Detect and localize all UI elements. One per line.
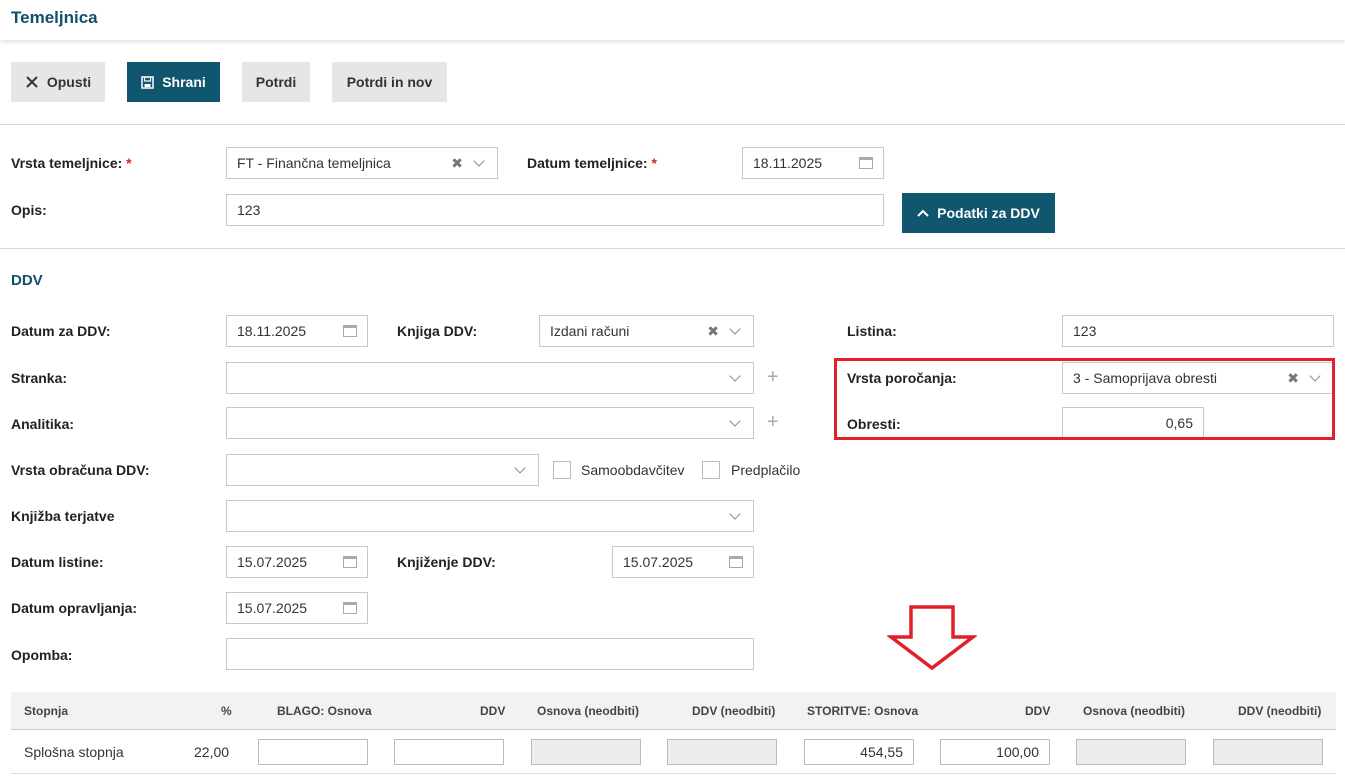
close-icon bbox=[26, 76, 38, 88]
save-button[interactable]: Shrani bbox=[127, 62, 220, 102]
column-header: Stopnja bbox=[24, 704, 68, 718]
datum-temeljnice-value: 18.11.2025 bbox=[753, 155, 823, 171]
storitve-osnova-neodbiti-input bbox=[1076, 739, 1186, 765]
add-stranka-icon[interactable]: + bbox=[767, 366, 779, 389]
blago-osnova-neodbiti-input bbox=[531, 739, 641, 765]
vrsta-temeljnice-select[interactable]: FT - Finančna temeljnica ✖ bbox=[226, 147, 498, 179]
datum-opravljanja-label: Datum opravljanja: bbox=[11, 600, 138, 616]
confirm-and-new-button-label: Potrdi in nov bbox=[346, 74, 433, 90]
column-header: DDV bbox=[1025, 704, 1051, 718]
stranka-select[interactable] bbox=[226, 362, 754, 394]
chevron-up-icon bbox=[917, 209, 929, 217]
opis-label: Opis: bbox=[11, 202, 47, 218]
datum-listine-value: 15.07.2025 bbox=[237, 554, 308, 570]
calendar-icon[interactable] bbox=[343, 602, 357, 614]
chevron-down-icon[interactable] bbox=[729, 369, 741, 382]
datum-opravljanja-input[interactable]: 15.07.2025 bbox=[226, 592, 368, 624]
divider bbox=[0, 124, 1345, 125]
calendar-icon[interactable] bbox=[859, 157, 873, 169]
vrsta-temeljnice-value: FT - Finančna temeljnica bbox=[237, 155, 391, 171]
column-header: Osnova (neodbiti) bbox=[1083, 704, 1185, 718]
column-header: % bbox=[221, 704, 232, 718]
calendar-icon[interactable] bbox=[343, 325, 357, 337]
knjiga-ddv-select[interactable]: Izdani računi ✖ bbox=[539, 315, 754, 347]
column-header: DDV bbox=[480, 704, 506, 718]
knjizenje-ddv-label: Knjiženje DDV: bbox=[397, 554, 496, 570]
chevron-down-icon[interactable] bbox=[514, 461, 526, 474]
opomba-input[interactable] bbox=[226, 638, 754, 670]
column-header: DDV (neodbiti) bbox=[692, 704, 776, 718]
datum-temeljnice-input[interactable]: 18.11.2025 bbox=[742, 147, 884, 179]
knjizenje-ddv-value: 15.07.2025 bbox=[623, 554, 694, 570]
analitika-select[interactable] bbox=[226, 407, 754, 439]
add-analitika-icon[interactable]: + bbox=[767, 411, 779, 434]
opis-input[interactable]: 123 bbox=[226, 194, 884, 226]
column-header: STORITVE: Osnova bbox=[807, 704, 919, 718]
vrsta-obracuna-label: Vrsta obračuna DDV: bbox=[11, 462, 150, 478]
table-row-divider bbox=[11, 773, 1336, 774]
chevron-down-icon[interactable] bbox=[729, 322, 741, 335]
datum-za-ddv-value: 18.11.2025 bbox=[237, 323, 307, 339]
clear-icon[interactable]: ✖ bbox=[451, 155, 463, 172]
blago-osnova-input[interactable] bbox=[258, 739, 368, 765]
knjiga-ddv-value: Izdani računi bbox=[550, 323, 630, 339]
calendar-icon[interactable] bbox=[343, 556, 357, 568]
column-header: BLAGO: Osnova bbox=[277, 704, 372, 718]
datum-listine-input[interactable]: 15.07.2025 bbox=[226, 546, 368, 578]
knjizba-terjatve-label: Knjižba terjatve bbox=[11, 508, 115, 524]
column-header: Osnova (neodbiti) bbox=[537, 704, 639, 718]
chevron-down-icon[interactable] bbox=[729, 507, 741, 520]
cancel-button-label: Opusti bbox=[46, 74, 92, 90]
samoobdavcitev-checkbox[interactable] bbox=[553, 461, 571, 479]
confirm-and-new-button[interactable]: Potrdi in nov bbox=[332, 62, 447, 102]
datum-opravljanja-value: 15.07.2025 bbox=[237, 600, 308, 616]
samoobdavcitev-label: Samoobdavčitev bbox=[581, 462, 685, 478]
cancel-button[interactable]: Opusti bbox=[11, 62, 105, 102]
ddv-section-title: DDV bbox=[11, 272, 43, 289]
datum-za-ddv-label: Datum za DDV: bbox=[11, 323, 111, 339]
datum-temeljnice-label: Datum temeljnice: * bbox=[527, 155, 657, 171]
column-header: DDV (neodbiti) bbox=[1238, 704, 1322, 718]
listina-label: Listina: bbox=[847, 323, 897, 339]
page-title: Temeljnica bbox=[11, 8, 98, 27]
stopnja-cell: Splošna stopnja bbox=[24, 744, 124, 760]
calendar-icon[interactable] bbox=[729, 556, 743, 568]
podatki-za-ddv-button[interactable]: Podatki za DDV bbox=[902, 193, 1055, 233]
arrow-down-icon bbox=[887, 605, 977, 671]
opis-value: 123 bbox=[237, 202, 261, 218]
vrsta-obracuna-select[interactable] bbox=[226, 454, 539, 486]
vat-table-header: Stopnja % BLAGO: Osnova DDV Osnova (neod… bbox=[11, 692, 1336, 730]
blago-ddv-input[interactable] bbox=[394, 739, 504, 765]
vrsta-temeljnice-label: Vrsta temeljnice: * bbox=[11, 155, 132, 171]
confirm-button[interactable]: Potrdi bbox=[242, 62, 310, 102]
podatki-za-ddv-label: Podatki za DDV bbox=[937, 205, 1040, 221]
confirm-button-label: Potrdi bbox=[255, 74, 297, 90]
title-bar: Temeljnica bbox=[0, 0, 1345, 40]
listina-value: 123 bbox=[1073, 323, 1097, 339]
clear-icon[interactable]: ✖ bbox=[707, 323, 719, 340]
datum-za-ddv-input[interactable]: 18.11.2025 bbox=[226, 315, 368, 347]
datum-listine-label: Datum listine: bbox=[11, 554, 104, 570]
storitve-osnova-input[interactable]: 454,55 bbox=[804, 739, 914, 765]
listina-input[interactable]: 123 bbox=[1062, 315, 1334, 347]
blago-ddv-neodbiti-input bbox=[667, 739, 777, 765]
predplacilo-label: Predplačilo bbox=[731, 462, 801, 478]
floppy-disk-icon bbox=[141, 75, 154, 89]
opomba-label: Opomba: bbox=[11, 647, 73, 663]
knjizba-terjatve-select[interactable] bbox=[226, 500, 754, 532]
predplacilo-checkbox[interactable] bbox=[702, 461, 720, 479]
knjiga-ddv-label: Knjiga DDV: bbox=[397, 323, 478, 339]
stranka-label: Stranka: bbox=[11, 370, 68, 386]
analitika-label: Analitika: bbox=[11, 416, 75, 432]
save-button-label: Shrani bbox=[162, 74, 206, 90]
percent-cell: 22,00 bbox=[194, 744, 230, 760]
divider bbox=[0, 248, 1345, 249]
chevron-down-icon[interactable] bbox=[729, 414, 741, 427]
storitve-ddv-input[interactable]: 100,00 bbox=[940, 739, 1050, 765]
highlight-box bbox=[834, 358, 1335, 440]
chevron-down-icon[interactable] bbox=[473, 154, 485, 167]
knjizenje-ddv-input[interactable]: 15.07.2025 bbox=[612, 546, 754, 578]
storitve-ddv-neodbiti-input bbox=[1213, 739, 1323, 765]
